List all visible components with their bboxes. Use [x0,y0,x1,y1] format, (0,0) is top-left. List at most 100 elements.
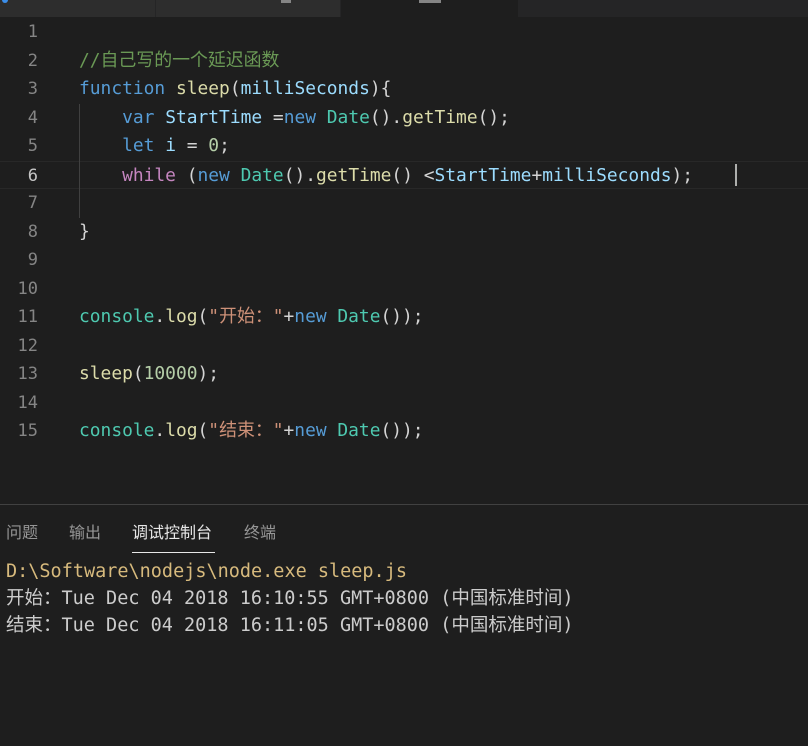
code-token: getTime [316,164,392,186]
line-number: 1 [27,22,38,42]
code-text: while (new Date().getTime() <StartTime+m… [79,162,693,191]
code-token: let [122,135,166,156]
code-line[interactable]: 5 let i = 0; [0,132,808,161]
active-tab-indicator [132,552,215,553]
console-line: 开始：Tue Dec 04 2018 16:10:55 GMT+0800 (中国… [6,588,574,609]
code-token: sleep [175,78,230,99]
code-token: + [283,306,295,327]
code-token: ()); [380,306,424,327]
panel-tab[interactable]: 终端 [244,505,276,555]
code-token: = [175,135,209,156]
code-token: . [154,420,166,441]
indent-guide [79,103,80,218]
code-token: Date [326,106,370,128]
editor-tab-bar [0,0,808,17]
code-token: () < [391,164,435,186]
code-token: ( [197,420,209,441]
line-number: 11 [17,307,38,327]
code-token: while [122,164,176,186]
panel-tab[interactable]: 调试控制台 [132,505,212,555]
code-token: ; [219,135,230,156]
line-number: 8 [27,221,38,242]
code-line[interactable]: 4 var StartTime =new Date().getTime(); [0,104,808,133]
code-token: new [294,420,338,441]
console-line: 结束：Tue Dec 04 2018 16:11:05 GMT+0800 (中国… [6,615,574,636]
code-line[interactable]: 9 [0,246,808,275]
code-token: new [283,106,327,128]
tab-label-fragment [281,0,291,3]
code-text: console.log("开始："+new Date()); [79,303,424,332]
code-token: ){ [369,78,392,99]
code-token: + [283,420,295,441]
code-token: new [197,164,241,186]
code-token: 0 [208,135,220,156]
code-token: = [262,106,284,128]
code-editor[interactable]: 1 2//自己写的一个延迟函数 3 function sleep(milliSecon… [0,17,808,504]
tab-label-fragment [419,0,441,3]
line-number: 14 [17,392,38,413]
code-text: var StartTime =new Date().getTime(); [79,104,510,133]
code-token: ( [175,164,198,186]
code-token: ( [132,363,144,384]
code-token: ( [229,78,241,99]
code-token: Date [240,164,284,186]
editor-tab-active[interactable] [341,0,518,17]
code-token: ()); [380,420,424,441]
code-line[interactable]: 13 sleep(10000); [0,360,808,389]
code-text: function sleep(milliSeconds){ [79,75,391,104]
code-token: milliSeconds [542,164,672,186]
code-line[interactable]: 2 //自己写的一个延迟函数 [0,47,808,76]
line-number: 12 [17,335,38,356]
code-token: (); [477,106,510,128]
panel-tab[interactable]: 问题 [6,505,38,555]
panel-tab[interactable]: 输出 [69,505,101,555]
code-token: (). [283,164,317,186]
code-token: StartTime [434,164,532,186]
code-line[interactable]: 1 [0,18,808,47]
editor-tab[interactable] [156,0,340,17]
bottom-panel: 问题 输出 调试控制台 终端 D:\Software\nodejs\node.exe … [0,504,808,746]
code-line[interactable]: 15 console.log("结束："+new Date()); [0,417,808,446]
code-line[interactable]: 14 [0,389,808,418]
line-number: 5 [27,136,38,156]
code-line[interactable]: 6 while (new Date().getTime() <StartTime… [0,160,808,191]
code-text: } [79,218,90,247]
code-token: var [122,106,166,128]
code-line[interactable]: 10 [0,275,808,304]
code-token: log [165,306,198,327]
line-number: 3 [27,79,38,99]
code-token: //自己写的一个延迟函数 [79,49,280,71]
code-token: ( [197,306,209,327]
code-token: 10000 [143,363,198,384]
code-token: "开始：" [208,306,284,327]
code-line[interactable]: 12 [0,332,808,361]
code-line[interactable]: 3 function sleep(milliSeconds){ [0,75,808,104]
code-text: sleep(10000); [79,360,219,389]
code-token: console [79,420,155,441]
file-icon [2,0,8,3]
code-token: sleep [79,363,133,384]
code-text: //自己写的一个延迟函数 [79,47,279,76]
code-token: ); [197,363,220,384]
code-line[interactable]: 7 [0,189,808,218]
code-line[interactable]: 11 console.log("开始："+new Date()); [0,303,808,332]
code-token: new [294,306,338,327]
code-line[interactable]: 8} [0,218,808,247]
code-token: i [165,135,176,156]
line-number: 4 [27,107,38,128]
line-number: 10 [17,278,38,299]
editor-tab[interactable] [0,0,156,17]
code-token: "结束：" [208,420,284,441]
code-token: Date [337,420,381,441]
code-text: let i = 0; [79,132,230,161]
vscode-window: 1 2//自己写的一个延迟函数 3 function sleep(milliSecon… [0,0,808,746]
code-token: function [79,78,176,99]
code-token: . [154,306,166,327]
line-number: 13 [17,364,38,384]
code-text: console.log("结束："+new Date()); [79,417,424,446]
code-token: getTime [402,106,478,128]
code-token: } [79,220,90,242]
line-number: 9 [27,250,38,270]
